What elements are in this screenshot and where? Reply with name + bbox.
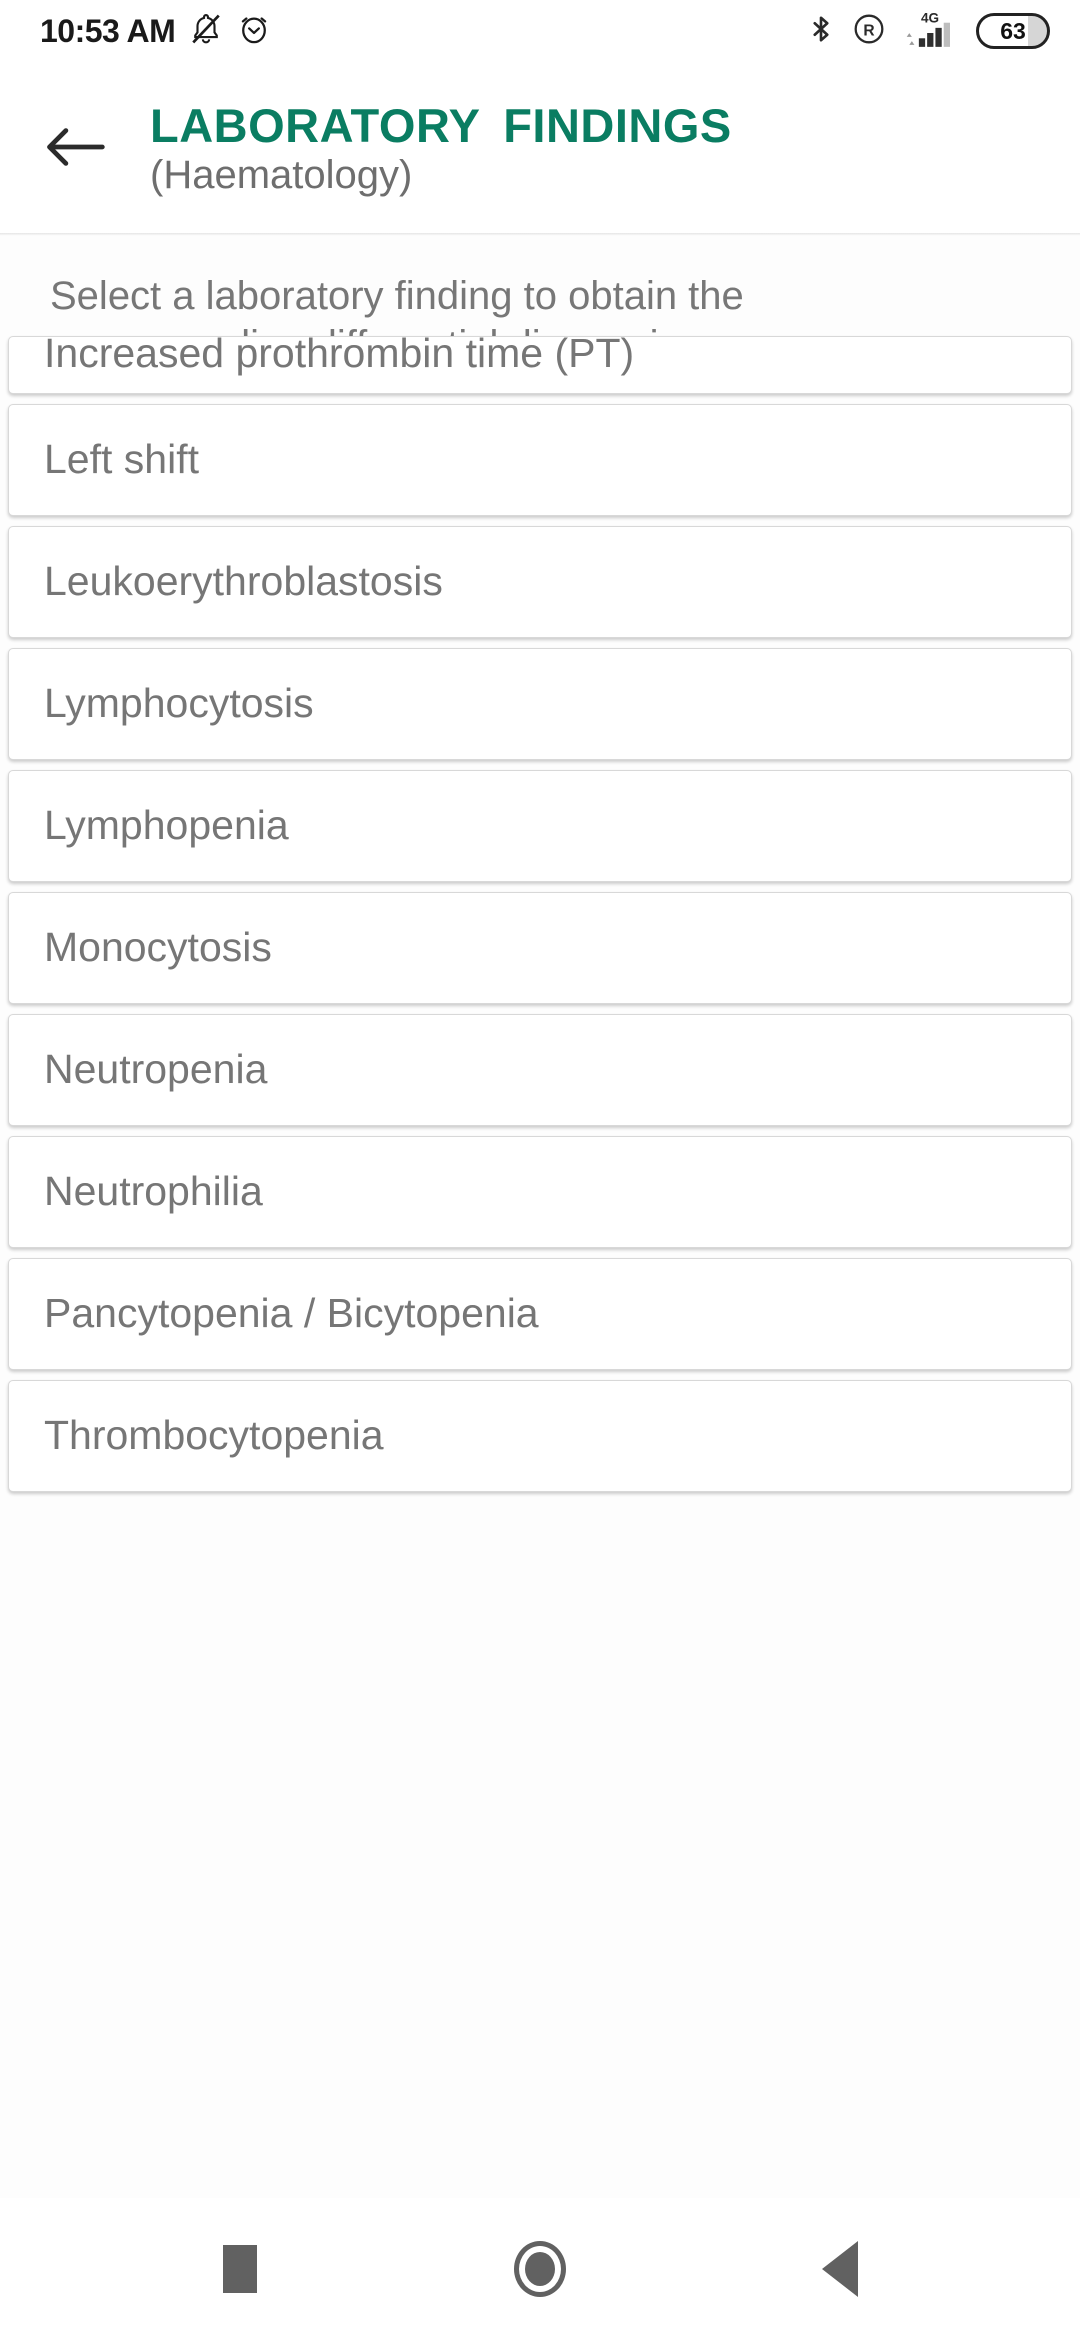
bluetooth-icon (806, 11, 836, 52)
nav-recents-button[interactable] (90, 2198, 390, 2340)
recents-square-icon (223, 2245, 257, 2293)
home-circle-icon (514, 2241, 566, 2297)
back-arrow-icon (44, 124, 106, 175)
status-bar: 10:53 AM R 4G 63 (0, 0, 1080, 62)
finding-label: Lymphocytosis (44, 680, 314, 727)
status-bar-right: R 4G 63 (806, 9, 1050, 54)
finding-label: Thrombocytopenia (44, 1412, 384, 1459)
phone-screen: 10:53 AM R 4G 63 LABORATORY FINDINGS (Ha… (0, 0, 1080, 2340)
battery-indicator: 63 (976, 13, 1050, 49)
finding-label: Pancytopenia / Bicytopenia (44, 1290, 539, 1337)
battery-level-text: 63 (1000, 17, 1026, 44)
finding-card[interactable]: Increased prothrombin time (PT) (8, 330, 1072, 394)
finding-label: Increased prothrombin time (PT) (44, 329, 635, 376)
mute-bell-icon (189, 11, 223, 52)
findings-list: Increased prothrombin time (PT) Left shif… (0, 330, 1080, 1492)
status-bar-left: 10:53 AM (40, 11, 271, 52)
nav-back-button[interactable] (690, 2198, 990, 2340)
finding-label: Monocytosis (44, 924, 272, 971)
page-title: LABORATORY FINDINGS (150, 98, 732, 152)
finding-card[interactable]: Neutropenia (8, 1013, 1072, 1126)
finding-label: Neutropenia (44, 1046, 268, 1093)
svg-text:4G: 4G (921, 10, 939, 25)
finding-card[interactable]: Leukoerythroblastosis (8, 525, 1072, 638)
finding-card[interactable]: Thrombocytopenia (8, 1379, 1072, 1492)
instruction-line-1: Select a laboratory finding to obtain th… (50, 274, 744, 318)
page-subtitle: (Haematology) (150, 152, 413, 197)
signal-4g-icon: 4G (902, 9, 960, 54)
finding-card[interactable]: Pancytopenia / Bicytopenia (8, 1257, 1072, 1370)
nav-home-button[interactable] (390, 2198, 690, 2340)
finding-label: Lymphopenia (44, 802, 289, 849)
finding-card[interactable]: Lymphopenia (8, 769, 1072, 882)
svg-text:R: R (863, 22, 874, 39)
finding-card[interactable]: Lymphocytosis (8, 647, 1072, 760)
finding-label: Leukoerythroblastosis (44, 558, 443, 605)
back-triangle-icon (822, 2241, 858, 2297)
finding-card[interactable]: Left shift (8, 403, 1072, 516)
alarm-clock-icon (237, 11, 271, 52)
status-time: 10:53 AM (40, 12, 176, 49)
header-titles: LABORATORY FINDINGS (Haematology) (150, 98, 732, 198)
finding-label: Neutrophilia (44, 1168, 263, 1215)
roaming-icon: R (852, 12, 886, 51)
finding-card[interactable]: Monocytosis (8, 891, 1072, 1004)
android-nav-bar (0, 2198, 1080, 2340)
app-header: LABORATORY FINDINGS (Haematology) (0, 62, 1080, 236)
back-button[interactable] (0, 62, 150, 236)
finding-card[interactable]: Neutrophilia (8, 1135, 1072, 1248)
content-area: Select a laboratory finding to obtain th… (0, 236, 1080, 2198)
finding-label: Left shift (44, 436, 199, 483)
